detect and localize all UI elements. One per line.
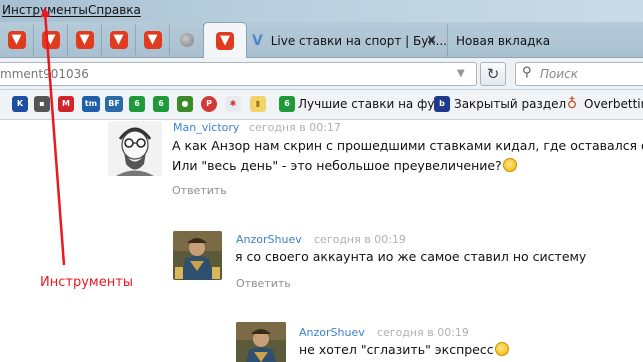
annotation-label: Инструменты [40,275,134,290]
annotation-arrow [40,7,66,266]
annotation-arrow-line [40,7,66,266]
